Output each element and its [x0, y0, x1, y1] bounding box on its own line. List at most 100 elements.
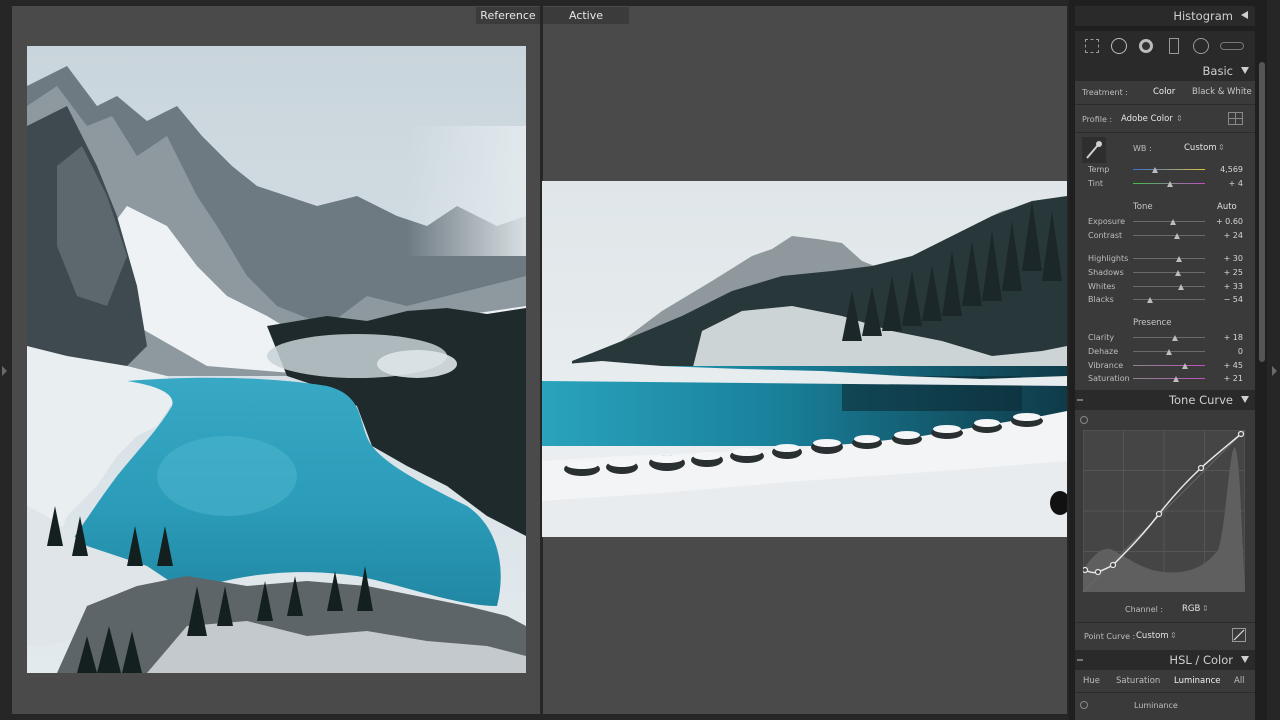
hsl-panel	[1075, 670, 1255, 720]
point-curve-select[interactable]: Custom	[1136, 631, 1169, 641]
divider	[1075, 692, 1255, 693]
histogram-title: Histogram	[1173, 9, 1233, 23]
tint-slider-handle[interactable]	[1167, 181, 1174, 187]
spot-removal-icon[interactable]	[1111, 38, 1127, 54]
divider	[1075, 104, 1255, 105]
blacks-value[interactable]: − 54	[1203, 295, 1243, 304]
red-eye-icon[interactable]	[1139, 39, 1153, 53]
blacks-slider-track[interactable]	[1133, 299, 1205, 300]
basic-title: Basic	[1202, 64, 1233, 78]
blacks-slider-handle[interactable]	[1146, 297, 1153, 303]
exposure-value[interactable]: + 0.60	[1203, 217, 1243, 226]
saturation-slider-track[interactable]	[1133, 378, 1205, 379]
dehaze-value[interactable]: 0	[1203, 347, 1243, 356]
profile-browser-icon[interactable]	[1228, 112, 1243, 125]
temp-slider-handle[interactable]	[1151, 167, 1158, 173]
divider	[1075, 622, 1255, 623]
white-balance-eyedropper-icon[interactable]	[1082, 137, 1106, 163]
tone-curve-panel-header[interactable]: Tone Curve	[1075, 390, 1255, 410]
clarity-label: Clarity	[1088, 333, 1115, 342]
lightroom-develop-window: Reference Active Histogram Basic Treatme…	[0, 0, 1280, 720]
saturation-slider-handle[interactable]	[1173, 376, 1180, 382]
active-label: Active	[543, 7, 629, 24]
chevron-updown-icon: ⇕	[1176, 114, 1183, 123]
tone-label: Tone	[1133, 202, 1153, 212]
left-panel-toggle-icon[interactable]	[2, 366, 7, 376]
treatment-label: Treatment :	[1082, 88, 1128, 97]
vibrance-value[interactable]: + 45	[1203, 361, 1243, 370]
presence-label: Presence	[1133, 318, 1172, 328]
tool-strip	[1075, 31, 1255, 61]
collapse-down-icon	[1241, 656, 1249, 663]
collapse-down-icon	[1241, 396, 1249, 403]
shadows-label: Shadows	[1088, 268, 1124, 277]
panel-switch-icon[interactable]	[1077, 399, 1083, 401]
clarity-value[interactable]: + 18	[1203, 333, 1243, 342]
treatment-color-option[interactable]: Color	[1153, 87, 1175, 97]
chevron-updown-icon: ⇕	[1218, 143, 1225, 152]
whites-value[interactable]: + 33	[1203, 282, 1243, 291]
tone-curve-graph[interactable]	[1083, 430, 1245, 592]
chevron-updown-icon: ⇕	[1202, 604, 1209, 613]
panel-switch-icon[interactable]	[1077, 659, 1083, 661]
panel-scrollbar[interactable]	[1259, 62, 1265, 362]
reference-photo[interactable]	[27, 46, 526, 673]
highlights-slider-handle[interactable]	[1176, 256, 1183, 262]
channel-select[interactable]: RGB	[1182, 604, 1200, 614]
treatment-bw-option[interactable]: Black & White	[1192, 87, 1252, 97]
right-panel-toggle-icon[interactable]	[1272, 366, 1277, 376]
point-curve-label: Point Curve :	[1084, 632, 1136, 641]
contrast-slider-handle[interactable]	[1173, 233, 1180, 239]
collapse-left-icon	[1241, 11, 1248, 19]
luminance-section-label: Luminance	[1134, 701, 1178, 710]
shadows-value[interactable]: + 25	[1203, 268, 1243, 277]
tab-saturation[interactable]: Saturation	[1116, 676, 1160, 686]
saturation-value[interactable]: + 21	[1203, 374, 1243, 383]
temp-label: Temp	[1088, 165, 1110, 174]
graduated-filter-icon[interactable]	[1169, 38, 1179, 54]
tint-value[interactable]: + 4	[1203, 179, 1243, 188]
contrast-label: Contrast	[1088, 231, 1123, 240]
basic-panel-header[interactable]: Basic	[1075, 61, 1255, 81]
hsl-panel-header[interactable]: HSL / Color	[1075, 650, 1255, 670]
profile-label: Profile :	[1082, 115, 1113, 124]
dehaze-slider-handle[interactable]	[1166, 349, 1172, 355]
wb-select[interactable]: Custom	[1184, 143, 1217, 153]
contrast-slider-track[interactable]	[1133, 235, 1205, 236]
channel-label: Channel :	[1125, 605, 1164, 614]
vibrance-slider-handle[interactable]	[1181, 363, 1188, 369]
edit-point-curve-icon[interactable]	[1232, 628, 1246, 642]
target-adjust-icon[interactable]	[1080, 416, 1088, 424]
temp-value[interactable]: 4,569	[1203, 165, 1243, 174]
crop-overlay-icon[interactable]	[1085, 39, 1099, 53]
clarity-slider-track[interactable]	[1133, 337, 1205, 338]
whites-slider-handle[interactable]	[1177, 284, 1184, 290]
vibrance-slider-track[interactable]	[1133, 365, 1205, 366]
auto-tone-button[interactable]: Auto	[1217, 202, 1237, 212]
clarity-slider-handle[interactable]	[1172, 335, 1179, 341]
chevron-updown-icon: ⇕	[1170, 631, 1177, 640]
tab-all[interactable]: All	[1234, 676, 1245, 686]
active-photo[interactable]	[542, 181, 1067, 537]
exposure-label: Exposure	[1088, 217, 1126, 226]
dehaze-label: Dehaze	[1088, 347, 1119, 356]
tab-hue[interactable]: Hue	[1083, 676, 1100, 686]
whites-slider-track[interactable]	[1133, 286, 1205, 287]
target-adjust-icon[interactable]	[1080, 701, 1088, 709]
exposure-slider-track[interactable]	[1133, 221, 1205, 222]
radial-filter-icon[interactable]	[1193, 38, 1209, 54]
histogram-panel-header[interactable]: Histogram	[1075, 6, 1255, 26]
reference-label: Reference	[476, 7, 540, 24]
profile-select[interactable]: Adobe Color	[1121, 114, 1173, 124]
highlights-slider-track[interactable]	[1133, 258, 1205, 259]
shadows-slider-handle[interactable]	[1174, 270, 1181, 276]
shadows-slider-track[interactable]	[1133, 272, 1205, 273]
exposure-slider-handle[interactable]	[1170, 219, 1177, 225]
tab-luminance[interactable]: Luminance	[1174, 676, 1221, 686]
contrast-value[interactable]: + 24	[1203, 231, 1243, 240]
highlights-value[interactable]: + 30	[1203, 254, 1243, 263]
adjustment-brush-icon[interactable]	[1220, 42, 1244, 50]
temp-slider-track[interactable]	[1133, 169, 1205, 170]
divider	[1075, 132, 1255, 133]
highlights-label: Highlights	[1088, 254, 1129, 263]
